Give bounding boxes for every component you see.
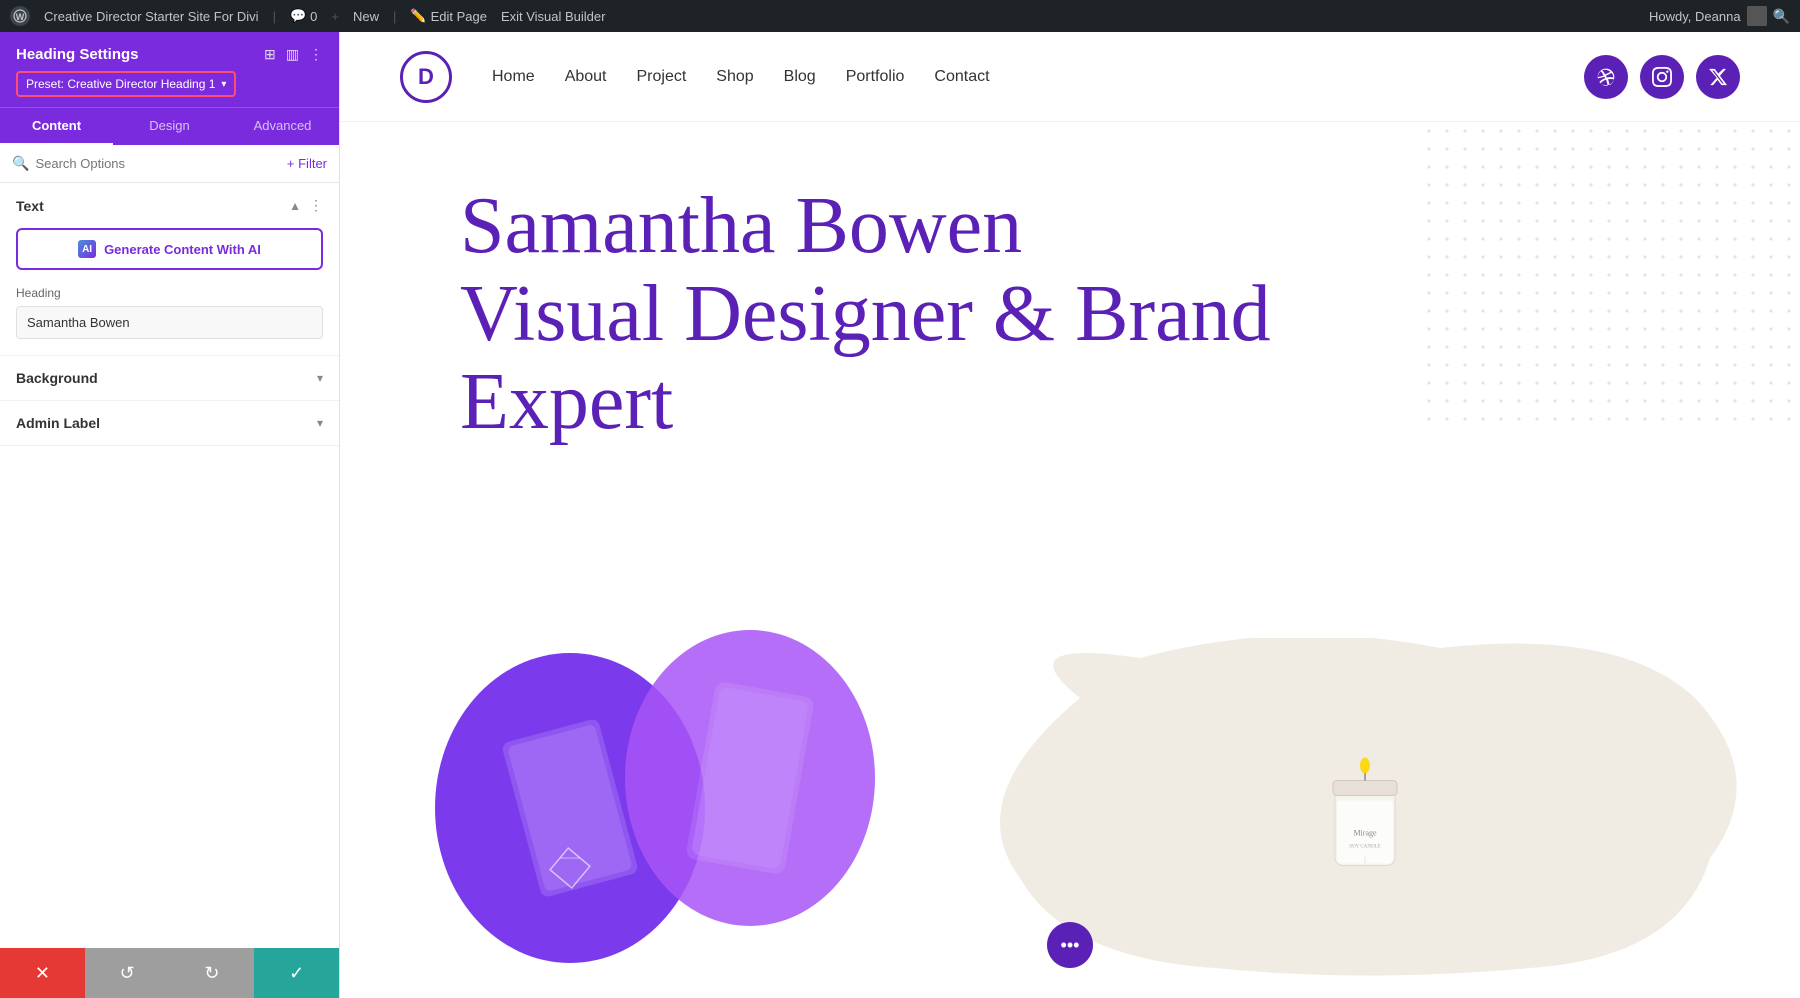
- nav-portfolio[interactable]: Portfolio: [846, 68, 905, 86]
- text-section-menu-icon[interactable]: ⋮: [309, 197, 323, 214]
- heading-settings-panel: Heading Settings ⊞ ▥ ⋮ Preset: Creative …: [0, 32, 340, 998]
- hero-text: Samantha Bowen Visual Designer & Brand E…: [460, 182, 1400, 446]
- floating-dots-button[interactable]: •••: [1047, 922, 1093, 968]
- background-section-chevron: ▾: [317, 371, 323, 385]
- preset-dropdown[interactable]: Preset: Creative Director Heading 1 ▾: [16, 71, 236, 97]
- search-icon: 🔍: [12, 155, 29, 172]
- panel-header: Heading Settings ⊞ ▥ ⋮ Preset: Creative …: [0, 32, 339, 107]
- admin-search-icon[interactable]: 🔍: [1773, 8, 1790, 25]
- panel-tabs: Content Design Advanced: [0, 107, 339, 145]
- text-section-content: AI Generate Content With AI Heading: [0, 228, 339, 355]
- dot-pattern-decoration: [1420, 122, 1800, 422]
- admin-label-title: Admin Label: [16, 415, 100, 431]
- nav-shop[interactable]: Shop: [716, 68, 753, 86]
- redo-button[interactable]: ↻: [170, 948, 255, 998]
- nav-project[interactable]: Project: [637, 68, 687, 86]
- text-section: Text ▲ ⋮ AI Generate Content With AI Hea…: [0, 183, 339, 356]
- blob-right-shape: [620, 628, 880, 928]
- admin-label-section: Admin Label ▾: [0, 401, 339, 446]
- panel-title: Heading Settings: [16, 46, 139, 63]
- text-section-chevron-up: ▲: [289, 199, 301, 213]
- main-layout: Heading Settings ⊞ ▥ ⋮ Preset: Creative …: [0, 32, 1800, 998]
- new-button[interactable]: New: [353, 9, 379, 24]
- nav-links: Home About Project Shop Blog Portfolio C…: [492, 68, 1584, 86]
- ai-icon: AI: [78, 240, 96, 258]
- nav-blog[interactable]: Blog: [784, 68, 816, 86]
- nav-about[interactable]: About: [565, 68, 607, 86]
- background-section: Background ▾: [0, 356, 339, 401]
- bottom-bar: ✕ ↺ ↻ ✓: [0, 948, 339, 998]
- social-icons: [1584, 55, 1740, 99]
- panel-icon-menu[interactable]: ⋮: [309, 46, 323, 63]
- cancel-button[interactable]: ✕: [0, 948, 85, 998]
- candle-illustration: Mirage SOY CANDLE: [1305, 726, 1425, 906]
- nav-home[interactable]: Home: [492, 68, 535, 86]
- tab-content[interactable]: Content: [0, 108, 113, 145]
- text-section-header[interactable]: Text ▲ ⋮: [0, 183, 339, 228]
- heading-field-label: Heading: [16, 286, 323, 300]
- admin-label-chevron: ▾: [317, 416, 323, 430]
- svg-text:SOY CANDLE: SOY CANDLE: [1349, 845, 1380, 850]
- hero-area: Samantha Bowen Visual Designer & Brand E…: [340, 122, 1800, 998]
- heading-input[interactable]: [16, 306, 323, 339]
- dribbble-icon[interactable]: [1584, 55, 1628, 99]
- howdy-label: Howdy, Deanna: [1649, 6, 1767, 26]
- wp-logo-icon[interactable]: W: [10, 6, 30, 26]
- panel-icon-grid[interactable]: ⊞: [264, 46, 276, 63]
- tab-advanced[interactable]: Advanced: [226, 108, 339, 145]
- background-section-title: Background: [16, 370, 98, 386]
- user-avatar: [1747, 6, 1767, 26]
- undo-button[interactable]: ↺: [85, 948, 170, 998]
- candle-card-container: Mirage SOY CANDLE: [990, 638, 1740, 998]
- ai-generate-button[interactable]: AI Generate Content With AI: [16, 228, 323, 270]
- comments-link[interactable]: 💬 0: [290, 8, 317, 24]
- panel-icon-columns[interactable]: ▥: [286, 46, 299, 63]
- preview-area: D Home About Project Shop Blog Portfolio…: [340, 32, 1800, 998]
- admin-label-section-header[interactable]: Admin Label ▾: [0, 401, 339, 445]
- filter-button[interactable]: + Filter: [287, 156, 327, 171]
- save-button[interactable]: ✓: [254, 948, 339, 998]
- exit-visual-builder-link[interactable]: Exit Visual Builder: [501, 9, 606, 24]
- search-bar: 🔍 + Filter: [0, 145, 339, 183]
- site-name[interactable]: Creative Director Starter Site For Divi: [44, 9, 259, 24]
- product-card-purple: [400, 638, 900, 978]
- search-input[interactable]: [35, 156, 280, 171]
- panel-content: Text ▲ ⋮ AI Generate Content With AI Hea…: [0, 183, 339, 948]
- background-section-header[interactable]: Background ▾: [0, 356, 339, 400]
- tab-design[interactable]: Design: [113, 108, 226, 145]
- x-twitter-icon[interactable]: [1696, 55, 1740, 99]
- site-nav: D Home About Project Shop Blog Portfolio…: [340, 32, 1800, 122]
- svg-text:Mirage: Mirage: [1353, 829, 1377, 838]
- admin-bar: W Creative Director Starter Site For Div…: [0, 0, 1800, 32]
- text-section-title: Text: [16, 198, 44, 214]
- hero-heading: Samantha Bowen Visual Designer & Brand E…: [460, 182, 1400, 446]
- svg-text:W: W: [16, 12, 25, 22]
- nav-contact[interactable]: Contact: [934, 68, 989, 86]
- site-logo[interactable]: D: [400, 51, 452, 103]
- chevron-down-icon: ▾: [221, 79, 226, 90]
- instagram-icon[interactable]: [1640, 55, 1684, 99]
- edit-page-link[interactable]: ✏️ Edit Page: [410, 8, 487, 24]
